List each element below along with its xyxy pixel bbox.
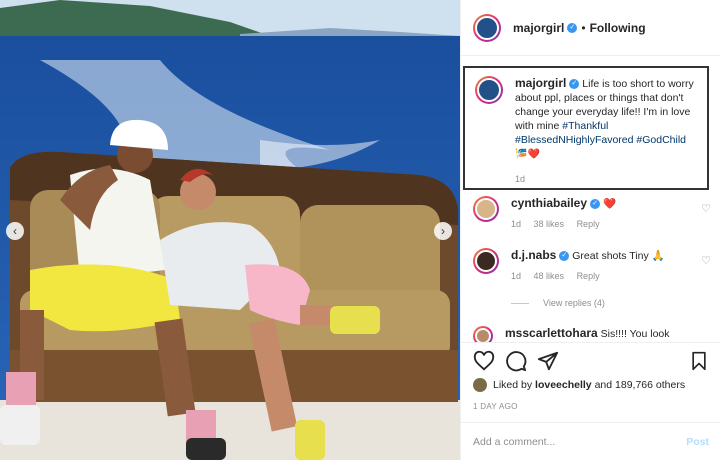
chevron-right-icon: › — [441, 224, 445, 238]
caption-username[interactable]: majorgirl — [515, 76, 566, 90]
caption-timestamp[interactable]: 1d — [515, 172, 699, 186]
verified-badge-icon: ✓ — [567, 22, 578, 33]
hashtag-link[interactable]: #BlessedNHighlyFavored — [515, 134, 633, 146]
separator-dot: • — [581, 20, 586, 35]
add-comment-bar: Post — [461, 422, 720, 460]
comment-meta: 1d 38 likes Reply — [511, 217, 713, 231]
liked-by-others[interactable]: and 189,766 others — [595, 379, 686, 391]
post-photo[interactable]: ‹ › — [0, 0, 460, 460]
comment-item: cynthiabailey ✓ ❤️ 1d 38 likes Reply ♡ — [473, 196, 713, 231]
post-actions — [461, 342, 720, 378]
view-replies-button[interactable]: View replies (4) — [511, 298, 605, 308]
share-icon[interactable] — [537, 350, 559, 372]
verified-badge-icon: ✓ — [569, 79, 580, 90]
commenter-avatar[interactable] — [473, 248, 499, 274]
reply-button[interactable]: Reply — [577, 219, 600, 229]
following-button[interactable]: Following — [590, 21, 646, 35]
comment-emoji: 🙏 — [651, 250, 665, 262]
replies-divider — [511, 302, 529, 304]
heart-icon[interactable]: ♡ — [701, 254, 711, 267]
photo-scene — [0, 0, 460, 460]
commenter-avatar[interactable] — [473, 326, 493, 342]
caption-avatar[interactable] — [475, 76, 503, 104]
reply-button[interactable]: Reply — [577, 271, 600, 281]
commenter-avatar[interactable] — [473, 196, 499, 222]
heart-icon[interactable]: ♡ — [701, 202, 711, 215]
liked-by-prefix: Liked by — [493, 379, 533, 391]
comment-meta: 1d 48 likes Reply — [511, 269, 713, 283]
post-header: majorgirl ✓ • Following — [461, 0, 720, 56]
commenter-username[interactable]: cynthiabailey — [511, 196, 587, 210]
comment-item: d.j.nabs ✓ Great shots Tiny 🙏 1d 48 likes… — [473, 248, 713, 283]
comment-time[interactable]: 1d — [511, 219, 521, 229]
next-photo-button[interactable]: › — [434, 222, 452, 240]
hashtag-link[interactable]: #Thankful — [562, 120, 608, 132]
post-timestamp[interactable]: 1 DAY AGO — [473, 402, 518, 411]
post-side-panel: majorgirl ✓ • Following majorgirl ✓ Life … — [460, 0, 720, 460]
chevron-left-icon: ‹ — [13, 224, 17, 238]
liker-username[interactable]: loveechelly — [535, 379, 592, 391]
commenter-username[interactable]: d.j.nabs — [511, 248, 556, 262]
comment-body: d.j.nabs ✓ Great shots Tiny 🙏 1d 48 likes… — [511, 248, 713, 283]
comment-emoji: ❤️ — [602, 198, 617, 210]
author-username[interactable]: majorgirl — [513, 21, 564, 35]
comment-input[interactable] — [473, 435, 687, 448]
likes-summary: Liked by loveechelly and 189,766 others — [473, 378, 685, 392]
caption-emojis: 🎏❤️ — [515, 149, 540, 160]
comment-time[interactable]: 1d — [511, 271, 521, 281]
previous-photo-button[interactable]: ‹ — [6, 222, 24, 240]
comment-text: Sis!!!! You look — [600, 328, 670, 340]
comment-body: cynthiabailey ✓ ❤️ 1d 38 likes Reply — [511, 196, 713, 231]
view-replies-label: View replies (4) — [543, 298, 605, 308]
caption-body: majorgirl ✓ Life is too short to worry ab… — [515, 76, 699, 184]
comment-text: Great shots Tiny — [572, 250, 649, 262]
commenter-username[interactable]: msscarlettohara — [505, 326, 598, 340]
comment-likes[interactable]: 48 likes — [534, 271, 565, 281]
post-comment-button[interactable]: Post — [686, 436, 709, 448]
comment-likes[interactable]: 38 likes — [534, 219, 565, 229]
hashtag-link[interactable]: #GodChild — [636, 134, 686, 146]
bookmark-icon[interactable] — [689, 351, 709, 371]
comment-item: msscarlettohara Sis!!!! You look — [473, 326, 713, 342]
verified-badge-icon: ✓ — [590, 199, 601, 210]
caption-block: majorgirl ✓ Life is too short to worry ab… — [463, 66, 709, 190]
comment-icon[interactable] — [505, 350, 527, 372]
verified-badge-icon: ✓ — [559, 251, 570, 262]
liker-avatar[interactable] — [473, 378, 487, 392]
author-avatar[interactable] — [473, 13, 501, 42]
comment-body: msscarlettohara Sis!!!! You look — [505, 326, 713, 342]
heart-icon[interactable] — [473, 350, 495, 372]
